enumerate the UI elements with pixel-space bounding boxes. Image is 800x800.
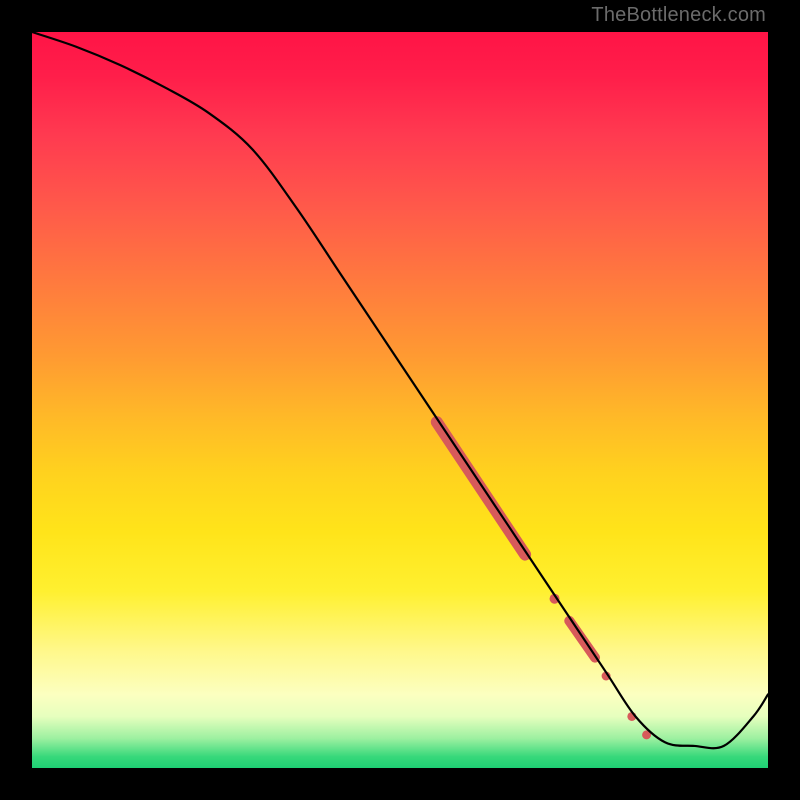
chart-frame: TheBottleneck.com	[0, 0, 800, 800]
marker-segment	[569, 621, 595, 658]
plot-area	[32, 32, 768, 768]
marker-segment	[437, 422, 525, 554]
watermark-text: TheBottleneck.com	[591, 4, 766, 27]
chart-svg	[32, 32, 768, 768]
main-curve	[32, 32, 768, 748]
